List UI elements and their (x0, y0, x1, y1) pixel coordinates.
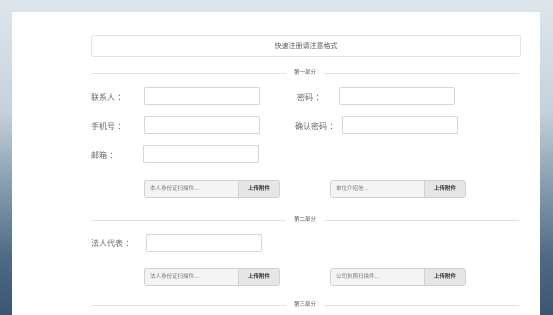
phone-label: 手机号 ： (91, 122, 126, 131)
form-title: 快速注册请注意格式 (91, 35, 521, 57)
section-divider-1: 第一部分 (91, 68, 519, 78)
password-label: 密码 ： (297, 93, 324, 102)
business-license-upload[interactable]: 公司执照扫描件... 上传附件 (330, 268, 466, 286)
contact-label: 联系人 ： (91, 93, 126, 102)
phone-input[interactable] (144, 116, 260, 134)
legal-rep-label: 法人代表 ： (91, 239, 134, 248)
upload-filename: 单位介绍信... (336, 186, 369, 192)
upload-filename: 公司执照扫描件... (336, 274, 380, 280)
upload-filename: 法人身份证扫描件... (150, 274, 200, 280)
upload-button[interactable]: 上传附件 (424, 181, 465, 197)
section-divider-3: 第三部分 (91, 300, 519, 310)
id-scan-upload[interactable]: 本人身份证扫描件... 上传附件 (144, 180, 280, 198)
legal-rep-input[interactable] (146, 234, 262, 252)
upload-button[interactable]: 上传附件 (238, 269, 279, 285)
legal-id-scan-upload[interactable]: 法人身份证扫描件... 上传附件 (144, 268, 280, 286)
unit-letter-upload[interactable]: 单位介绍信... 上传附件 (330, 180, 466, 198)
section-divider-2: 第二部分 (91, 215, 519, 225)
confirm-password-label: 确认密码 ： (295, 122, 338, 131)
section-title-3: 第三部分 (285, 300, 325, 310)
password-input[interactable] (339, 87, 455, 105)
section-title-2: 第二部分 (285, 215, 325, 225)
section-title-1: 第一部分 (285, 68, 325, 78)
upload-button[interactable]: 上传附件 (424, 269, 465, 285)
upload-button[interactable]: 上传附件 (238, 181, 279, 197)
registration-form: 快速注册请注意格式 第一部分 联系人 ： 密码 ： 手机号 ： 确认密码 ： 邮… (12, 12, 540, 315)
upload-filename: 本人身份证扫描件... (150, 186, 200, 192)
email-label: 邮箱 ： (91, 151, 118, 160)
email-input[interactable] (143, 145, 259, 163)
confirm-password-input[interactable] (342, 116, 458, 134)
contact-input[interactable] (144, 87, 260, 105)
